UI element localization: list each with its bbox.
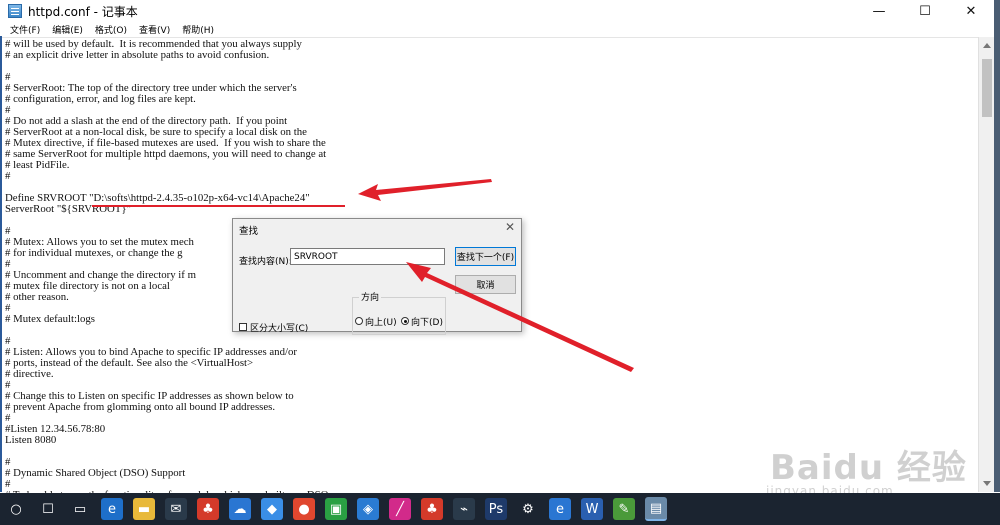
vertical-scrollbar[interactable] xyxy=(978,37,995,492)
baidu-netdisk-icon[interactable]: ☁ xyxy=(229,498,251,520)
settings-icon[interactable]: ⚙ xyxy=(517,498,539,520)
start-icon[interactable]: ○ xyxy=(5,498,27,520)
watermark-main: Baidu 经验 xyxy=(770,448,967,488)
find-next-button[interactable]: 查找下一个(F) xyxy=(455,247,516,266)
scroll-thumb[interactable] xyxy=(982,59,992,117)
editor-line: # Dynamic Shared Object (DSO) Support xyxy=(5,467,186,479)
menu-bar: 文件(F) 编辑(E) 格式(O) 查看(V) 帮助(H) xyxy=(0,22,994,36)
baidu-watermark: Baidu 经验 jingyan.baidu.com xyxy=(760,440,992,498)
menu-file[interactable]: 文件(F) xyxy=(10,23,40,36)
search-icon[interactable]: ☐ xyxy=(37,498,59,520)
menu-edit[interactable]: 编辑(E) xyxy=(52,23,83,36)
qq-icon-2[interactable]: ♣ xyxy=(421,498,443,520)
feishu-icon[interactable]: ◆ xyxy=(261,498,283,520)
pen-icon[interactable]: ╱ xyxy=(389,498,411,520)
tool-icon[interactable]: ⌁ xyxy=(453,498,475,520)
find-dialog-title: 查找 xyxy=(239,226,259,237)
direction-up-label: 向上(U) xyxy=(365,318,397,328)
menu-view[interactable]: 查看(V) xyxy=(139,23,170,36)
mail-icon[interactable]: ✉ xyxy=(165,498,187,520)
editor-line: Listen 8080 xyxy=(5,434,57,446)
photoshop-icon[interactable]: Ps xyxy=(485,498,507,520)
match-case-checkbox[interactable] xyxy=(239,323,247,331)
maximize-button[interactable]: ☐ xyxy=(902,0,948,22)
direction-up-radio[interactable] xyxy=(355,317,363,325)
editor-line: # prevent Apache from glomming onto all … xyxy=(5,401,276,413)
notepad-plus-icon[interactable]: ✎ xyxy=(613,498,635,520)
direction-label: 方向 xyxy=(359,290,382,303)
editor-line: # configuration, error, and log files ar… xyxy=(5,93,196,105)
notepad-icon[interactable]: ▤ xyxy=(645,497,667,521)
menu-format[interactable]: 格式(O) xyxy=(95,23,127,36)
editor-line: # an explicit drive letter in absolute p… xyxy=(5,49,270,61)
editor-line: # Mutex default:logs xyxy=(5,313,95,325)
editor-line: # for individual mutexes, or change the … xyxy=(5,247,183,259)
find-dialog-close-button[interactable]: ✕ xyxy=(505,220,515,234)
minimize-button[interactable]: — xyxy=(856,0,902,22)
file-explorer-icon[interactable]: ▬ xyxy=(133,498,155,520)
notepad-app-icon xyxy=(8,4,22,18)
find-what-label: 查找内容(N): xyxy=(239,257,292,267)
match-case-label: 区分大小写(C) xyxy=(250,324,309,334)
title-bar[interactable]: httpd.conf - 记事本 — ☐ ✕ xyxy=(0,0,994,22)
edge-icon[interactable]: e xyxy=(101,498,123,520)
find-dialog-body: 查找内容(N): 查找下一个(F) 取消 方向 向上(U) 向下(D) 区分大小… xyxy=(233,237,521,335)
ie-icon[interactable]: e xyxy=(549,498,571,520)
qq-icon[interactable]: ♣ xyxy=(197,498,219,520)
wechat-icon[interactable]: ▣ xyxy=(325,498,347,520)
background-window-edge xyxy=(0,36,2,492)
window-title: httpd.conf - 记事本 xyxy=(28,4,138,19)
editor-line: # least PidFile. xyxy=(5,159,70,171)
find-dialog: 查找 ✕ 查找内容(N): 查找下一个(F) 取消 方向 向上(U) 向下(D)… xyxy=(232,218,522,335)
direction-down-label: 向下(D) xyxy=(411,318,443,328)
editor-line: # directive. xyxy=(5,368,54,380)
background-window-edge-right xyxy=(994,0,1000,492)
editor-line: # xyxy=(5,170,11,182)
task-view-icon[interactable]: ▭ xyxy=(69,498,91,520)
word-icon[interactable]: W xyxy=(581,498,603,520)
direction-down-radio[interactable] xyxy=(401,317,409,325)
chrome-icon[interactable]: ● xyxy=(293,498,315,520)
find-what-input[interactable] xyxy=(290,248,445,265)
menu-help[interactable]: 帮助(H) xyxy=(182,23,214,36)
taskbar: ○ ☐ ▭ e ▬ ✉ ♣ ☁ ◆ ● ▣ ◈ ╱ ♣ ⌁ Ps ⚙ e W ✎ ▤ xyxy=(0,493,1000,525)
vscode-icon[interactable]: ◈ xyxy=(357,498,379,520)
scroll-up-arrow-icon[interactable] xyxy=(983,43,991,48)
cancel-button[interactable]: 取消 xyxy=(455,275,516,294)
close-button[interactable]: ✕ xyxy=(948,0,994,22)
editor-line: # other reason. xyxy=(5,291,69,303)
annotation-underline xyxy=(92,205,345,207)
